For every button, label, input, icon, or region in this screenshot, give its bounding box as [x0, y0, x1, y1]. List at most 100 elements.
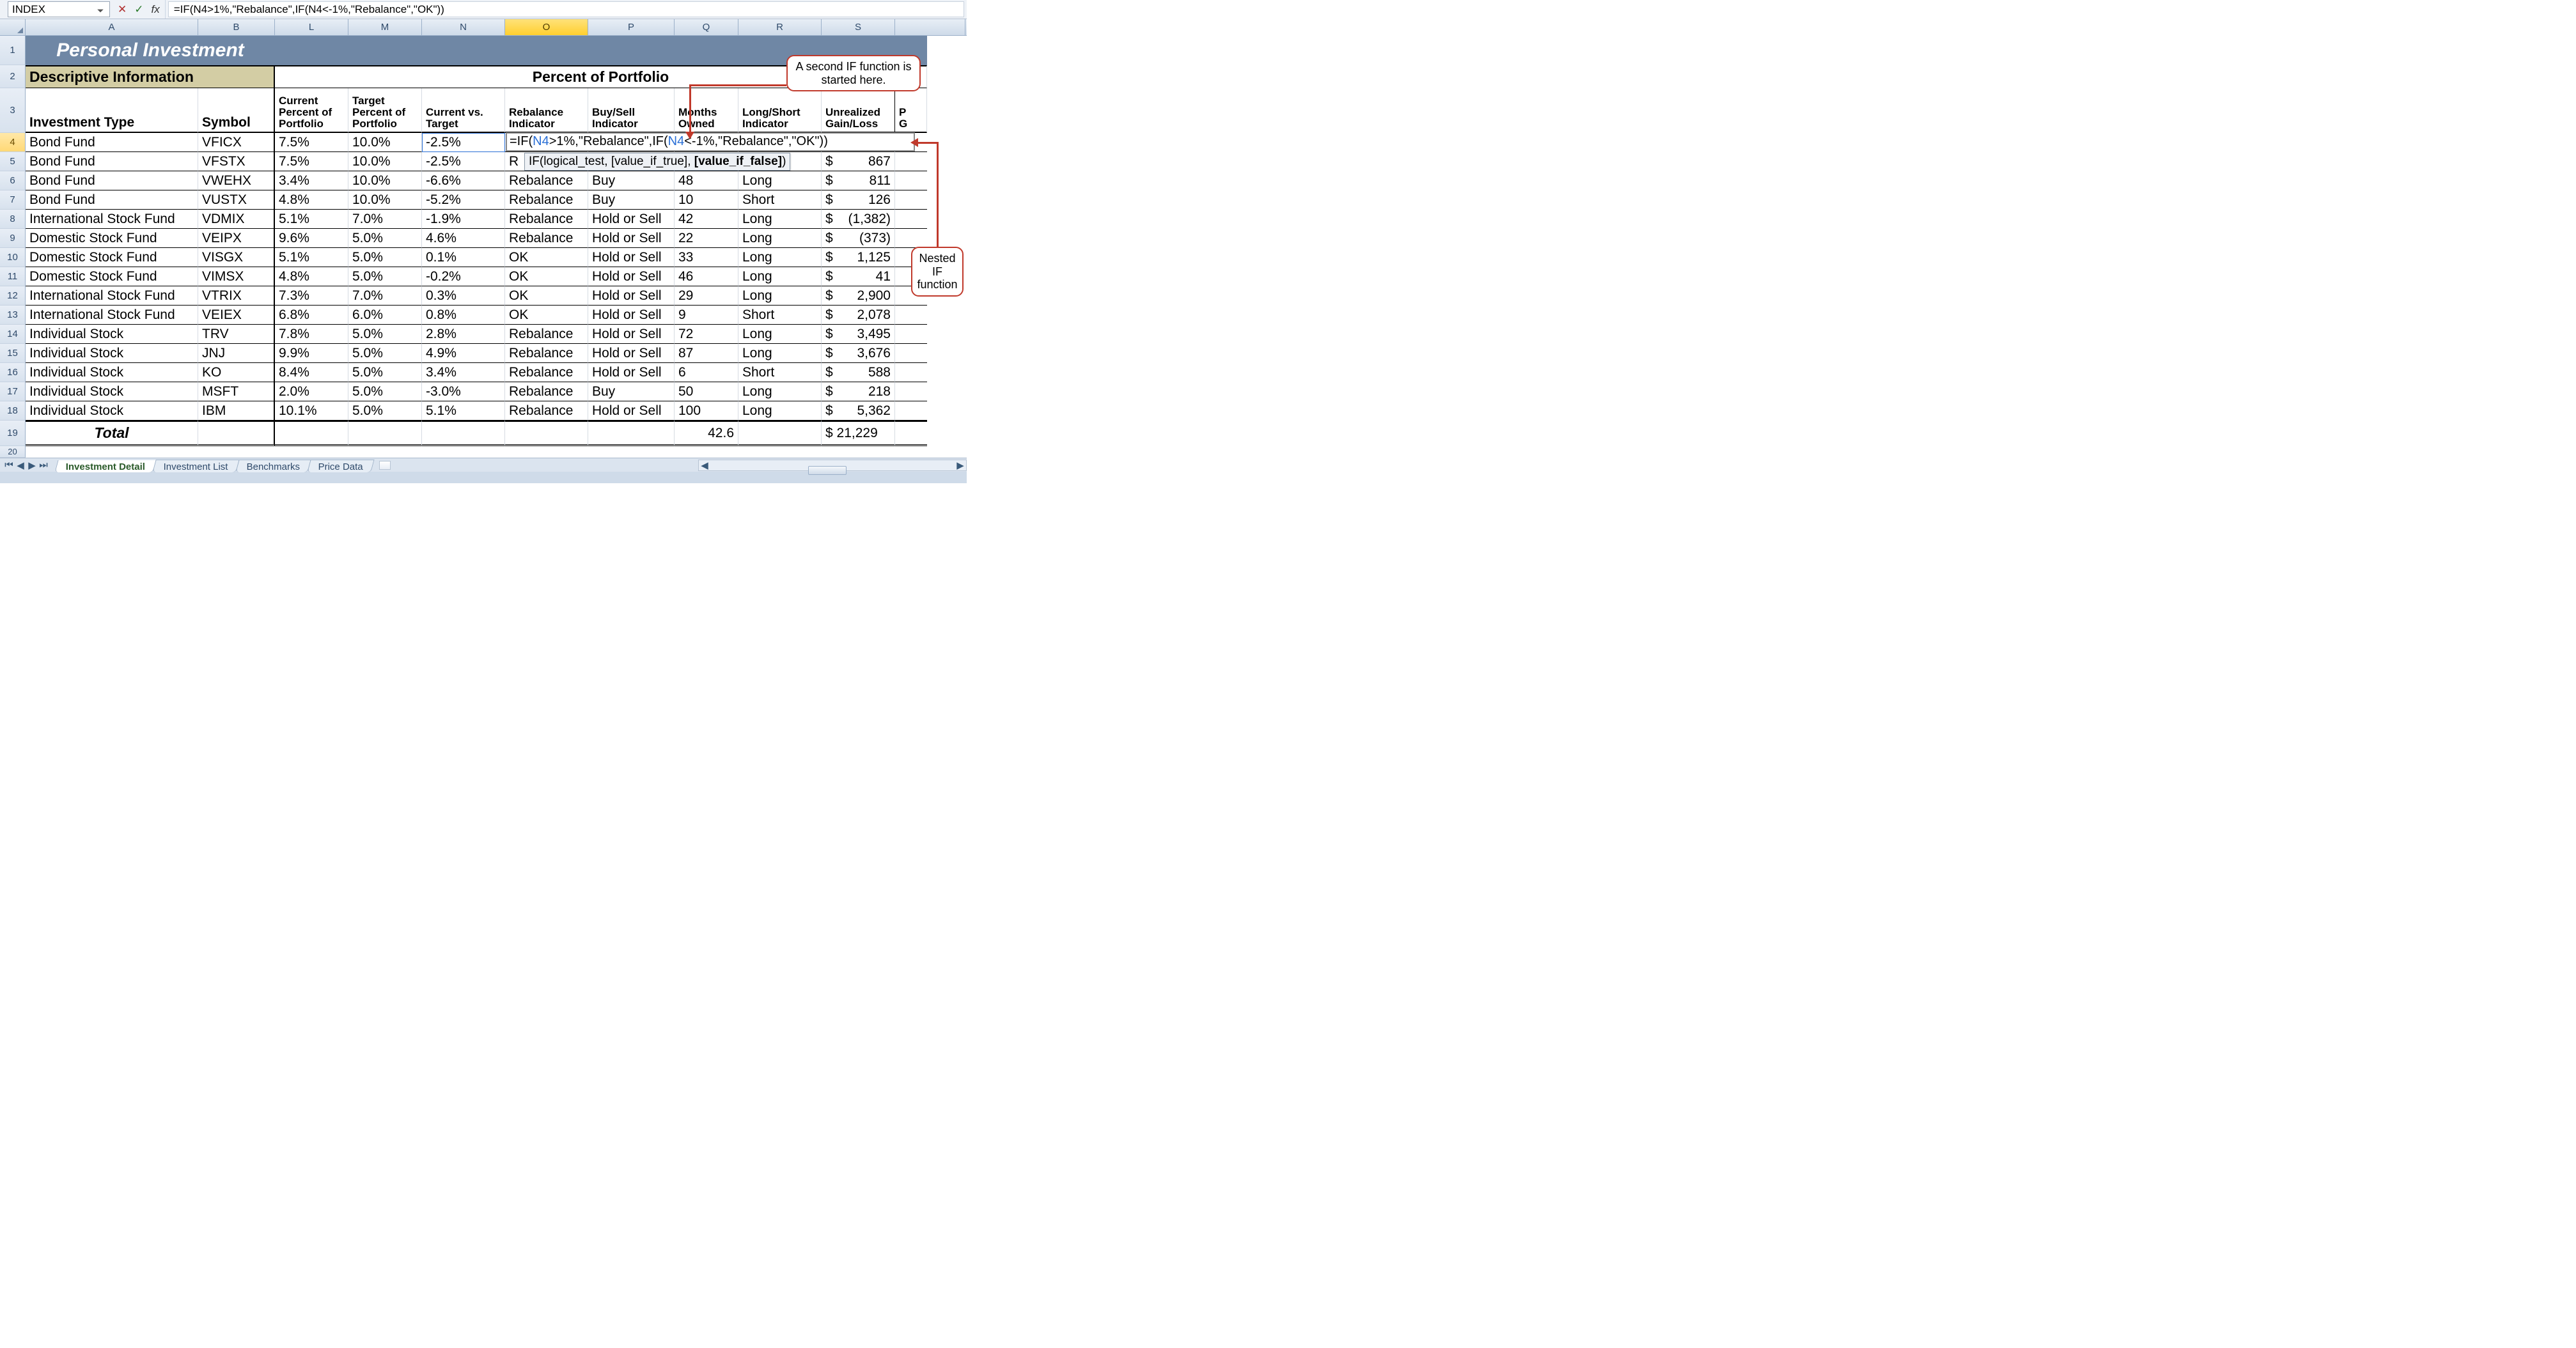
- sheet-tab-price-data[interactable]: Price Data: [308, 460, 375, 472]
- cell-M12[interactable]: 7.0%: [348, 286, 422, 306]
- col-header-L[interactable]: L: [275, 19, 348, 35]
- cell-total-B[interactable]: [198, 421, 275, 446]
- select-all-corner[interactable]: [0, 19, 26, 35]
- tab-nav-first-icon[interactable]: ⏮: [4, 460, 14, 470]
- cell-B15[interactable]: JNJ: [198, 344, 275, 363]
- cell-A7[interactable]: Bond Fund: [26, 190, 198, 210]
- cell-P10[interactable]: Hold or Sell: [588, 248, 675, 267]
- sheet-tab-benchmarks[interactable]: Benchmarks: [235, 460, 311, 472]
- row-header-11[interactable]: 11: [0, 267, 26, 286]
- cell-A16[interactable]: Individual Stock: [26, 363, 198, 382]
- name-box-dropdown-icon[interactable]: [97, 5, 105, 14]
- cell-O6[interactable]: Rebalance: [505, 171, 588, 190]
- row-header-17[interactable]: 17: [0, 382, 26, 401]
- row-header-9[interactable]: 9: [0, 229, 26, 248]
- cell-N18[interactable]: 5.1%: [422, 401, 505, 421]
- cell-L8[interactable]: 5.1%: [275, 210, 348, 229]
- cell-R16[interactable]: Short: [738, 363, 822, 382]
- cell-B8[interactable]: VDMIX: [198, 210, 275, 229]
- cell-B12[interactable]: VTRIX: [198, 286, 275, 306]
- cell-R11[interactable]: Long: [738, 267, 822, 286]
- cell-M17[interactable]: 5.0%: [348, 382, 422, 401]
- cell-N16[interactable]: 3.4%: [422, 363, 505, 382]
- formula-input[interactable]: =IF(N4>1%,"Rebalance",IF(N4<-1%,"Rebalan…: [168, 1, 964, 17]
- cell-L15[interactable]: 9.9%: [275, 344, 348, 363]
- cell-B10[interactable]: VISGX: [198, 248, 275, 267]
- cell-O18[interactable]: Rebalance: [505, 401, 588, 421]
- col-header-Q[interactable]: Q: [675, 19, 738, 35]
- cell-O10[interactable]: OK: [505, 248, 588, 267]
- cell-Q10[interactable]: 33: [675, 248, 738, 267]
- row-header-13[interactable]: 13: [0, 306, 26, 325]
- cell-P12[interactable]: Hold or Sell: [588, 286, 675, 306]
- cell-R9[interactable]: Long: [738, 229, 822, 248]
- cell-S5[interactable]: $867: [822, 152, 895, 171]
- row-header-16[interactable]: 16: [0, 363, 26, 382]
- cell-M10[interactable]: 5.0%: [348, 248, 422, 267]
- row-header-14[interactable]: 14: [0, 325, 26, 344]
- cell-L14[interactable]: 7.8%: [275, 325, 348, 344]
- cell-P9[interactable]: Hold or Sell: [588, 229, 675, 248]
- row-header-20[interactable]: 20: [0, 446, 26, 458]
- col-header-A[interactable]: A: [26, 19, 198, 35]
- row-header-2[interactable]: 2: [0, 65, 26, 88]
- cell-L5[interactable]: 7.5%: [275, 152, 348, 171]
- cell-B6[interactable]: VWEHX: [198, 171, 275, 190]
- cell-M7[interactable]: 10.0%: [348, 190, 422, 210]
- row-header-4[interactable]: 4: [0, 133, 26, 152]
- cell-empty-20-5[interactable]: [505, 446, 588, 458]
- cell-M8[interactable]: 7.0%: [348, 210, 422, 229]
- cell-Q17[interactable]: 50: [675, 382, 738, 401]
- cell-A4[interactable]: Bond Fund: [26, 133, 198, 152]
- col-header-M[interactable]: M: [348, 19, 422, 35]
- cell-S6[interactable]: $811: [822, 171, 895, 190]
- cell-M5[interactable]: 10.0%: [348, 152, 422, 171]
- cell-L6[interactable]: 3.4%: [275, 171, 348, 190]
- cell-O13[interactable]: OK: [505, 306, 588, 325]
- cell-T6[interactable]: [895, 171, 927, 190]
- cell-A9[interactable]: Domestic Stock Fund: [26, 229, 198, 248]
- cell-P8[interactable]: Hold or Sell: [588, 210, 675, 229]
- cell-L9[interactable]: 9.6%: [275, 229, 348, 248]
- cell-A13[interactable]: International Stock Fund: [26, 306, 198, 325]
- horizontal-scrollbar[interactable]: ◀ ▶: [698, 460, 967, 471]
- cell-B9[interactable]: VEIPX: [198, 229, 275, 248]
- cell-Q7[interactable]: 10: [675, 190, 738, 210]
- cell-empty-20-6[interactable]: [588, 446, 675, 458]
- cell-M13[interactable]: 6.0%: [348, 306, 422, 325]
- cell-L17[interactable]: 2.0%: [275, 382, 348, 401]
- cell-A8[interactable]: International Stock Fund: [26, 210, 198, 229]
- cell-S12[interactable]: $2,900: [822, 286, 895, 306]
- cell-N17[interactable]: -3.0%: [422, 382, 505, 401]
- cell-M18[interactable]: 5.0%: [348, 401, 422, 421]
- cell-N7[interactable]: -5.2%: [422, 190, 505, 210]
- cell-L12[interactable]: 7.3%: [275, 286, 348, 306]
- cell-M15[interactable]: 5.0%: [348, 344, 422, 363]
- cell-A17[interactable]: Individual Stock: [26, 382, 198, 401]
- cell-N10[interactable]: 0.1%: [422, 248, 505, 267]
- cell-T13[interactable]: [895, 306, 927, 325]
- cell-B11[interactable]: VIMSX: [198, 267, 275, 286]
- cell-P7[interactable]: Buy: [588, 190, 675, 210]
- cell-L10[interactable]: 5.1%: [275, 248, 348, 267]
- cell-N8[interactable]: -1.9%: [422, 210, 505, 229]
- cell-B5[interactable]: VFSTX: [198, 152, 275, 171]
- cell-O9[interactable]: Rebalance: [505, 229, 588, 248]
- row-header-10[interactable]: 10: [0, 248, 26, 267]
- cell-total-P[interactable]: [588, 421, 675, 446]
- cell-B16[interactable]: KO: [198, 363, 275, 382]
- spreadsheet-grid[interactable]: 1 Personal Investment 2 Descriptive Info…: [0, 36, 967, 458]
- col-header-P[interactable]: P: [588, 19, 675, 35]
- cell-empty-20-10[interactable]: [895, 446, 927, 458]
- cell-R8[interactable]: Long: [738, 210, 822, 229]
- cell-T15[interactable]: [895, 344, 927, 363]
- cell-R14[interactable]: Long: [738, 325, 822, 344]
- cell-M6[interactable]: 10.0%: [348, 171, 422, 190]
- cell-M4[interactable]: 10.0%: [348, 133, 422, 152]
- cell-total-label[interactable]: Total: [26, 421, 198, 446]
- cell-A11[interactable]: Domestic Stock Fund: [26, 267, 198, 286]
- cell-A10[interactable]: Domestic Stock Fund: [26, 248, 198, 267]
- cancel-formula-button[interactable]: ✕: [118, 3, 127, 16]
- cell-T16[interactable]: [895, 363, 927, 382]
- cell-empty-20-4[interactable]: [422, 446, 505, 458]
